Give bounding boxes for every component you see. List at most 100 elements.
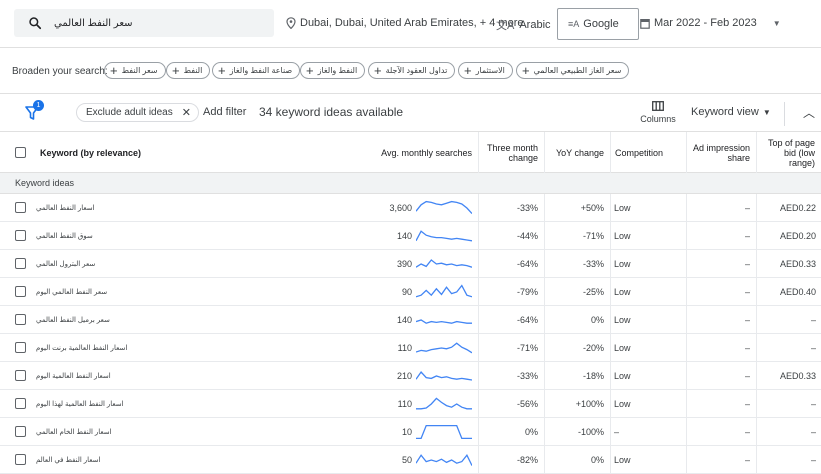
column-divider (610, 194, 611, 222)
avg-searches-cell: 50 (370, 446, 412, 474)
filter-button[interactable]: 1 (25, 100, 45, 120)
three-month-change-cell: -71% (478, 334, 538, 362)
keyword-cell: اسعار النفط في العالم (36, 446, 100, 474)
column-divider (478, 418, 479, 446)
keyword-cell: سعر برميل النفط العالمي (36, 306, 110, 334)
keyword-search-box[interactable]: سعر النفط العالمي (14, 9, 274, 37)
row-checkbox[interactable] (15, 258, 26, 269)
broaden-chip[interactable]: + سعر النفط (104, 62, 166, 79)
top-bid-cell: AED0.33 (756, 362, 816, 390)
network-filter[interactable]: ≡A Google (557, 8, 639, 40)
avg-searches-cell: 140 (370, 306, 412, 334)
competition-cell: Low (614, 334, 684, 362)
broaden-chip[interactable]: + النفط (166, 62, 211, 79)
trend-sparkline (416, 259, 472, 268)
columns-button[interactable]: Columns (640, 101, 676, 124)
yoy-change-cell-value: +100% (575, 399, 604, 409)
broaden-chip[interactable]: + الاستثمار (458, 62, 513, 79)
column-divider (686, 390, 687, 418)
ad-impression-cell: – (686, 306, 750, 334)
table-row[interactable]: اسعار النفط العالمية اليوم 210 -33% -18% Low… (0, 362, 821, 390)
table-row[interactable]: سوق النفط العالمي 140 -44% -71% Low – AED0.20 (0, 222, 821, 250)
table-row[interactable]: سعر برميل النفط العالمي 140 -64% 0% Low – – (0, 306, 821, 334)
yoy-change-cell-value: +50% (580, 203, 604, 213)
row-checkbox[interactable] (15, 398, 26, 409)
language-filter[interactable]: 文A Arabic (496, 17, 551, 33)
yoy-change-cell-value: -25% (582, 287, 604, 297)
keyword-text: سعر برميل النفط العالمي (36, 317, 110, 324)
table-row[interactable]: سعر البترول العالمي 390 -64% -33% Low – AED0.3… (0, 250, 821, 278)
row-checkbox[interactable] (15, 370, 26, 381)
broaden-chip[interactable]: + النفط والغاز (300, 62, 366, 79)
column-divider (756, 446, 757, 474)
add-filter-button[interactable]: Add filter (203, 106, 246, 118)
row-checkbox[interactable] (15, 342, 26, 353)
table-row[interactable]: اسعار النفط العالمي 3,600 -33% +50% Low – AED0… (0, 194, 821, 222)
date-range-filter[interactable]: Mar 2022 - Feb 2023 ▼ (640, 17, 781, 29)
group-header-keyword-ideas: Keyword ideas (0, 173, 821, 194)
column-divider (756, 222, 757, 250)
competition-cell-value: – (614, 427, 620, 437)
chevron-down-icon[interactable]: ▼ (773, 19, 781, 28)
avg-searches-cell-value: 3,600 (389, 203, 412, 213)
top-bid-cell: AED0.40 (756, 278, 816, 306)
row-checkbox[interactable] (15, 286, 26, 297)
column-divider (686, 446, 687, 474)
header-three-month-change[interactable]: Three month change (478, 132, 544, 173)
avg-searches-cell: 90 (370, 278, 412, 306)
three-month-change-cell-value: -33% (516, 371, 538, 381)
search-query: سعر النفط العالمي (54, 17, 133, 29)
three-month-change-cell-value: -44% (516, 231, 538, 241)
header-competition[interactable]: Competition (610, 132, 686, 173)
top-bid-cell: – (756, 334, 816, 362)
table-row[interactable]: سعر النفط العالمي اليوم 90 -79% -25% Low – AED… (0, 278, 821, 306)
broaden-chip[interactable]: + صناعة النفط والغاز (212, 62, 301, 79)
ad-impression-cell-value: – (744, 259, 750, 269)
table-row[interactable]: اسعار النفط العالمية برنت اليوم 110 -71% -2… (0, 334, 821, 362)
header-top-page-bid[interactable]: Top of page bid (low range) (756, 132, 821, 173)
yoy-change-cell: +100% (544, 390, 604, 418)
table-row[interactable]: اسعار النفط الخام العالمي 10 0% -100% – – – (0, 418, 821, 446)
row-checkbox[interactable] (15, 202, 26, 213)
chevron-up-icon[interactable]: ︿ (803, 104, 815, 121)
row-checkbox[interactable] (15, 454, 26, 465)
location-filter[interactable]: Dubai, Dubai, United Arab Emirates, + 4 … (286, 17, 523, 29)
row-checkbox[interactable] (15, 426, 26, 437)
trend-line (416, 453, 472, 466)
three-month-change-cell: -56% (478, 390, 538, 418)
competition-cell-value: Low (614, 287, 631, 297)
plus-icon: + (218, 63, 226, 78)
column-divider (610, 446, 611, 474)
header-ad-impression-share[interactable]: Ad impression share (686, 132, 756, 173)
trend-sparkline (416, 230, 472, 242)
exclude-adult-chip[interactable]: Exclude adult ideas ✕ (76, 103, 199, 122)
top-bid-cell-value: – (810, 427, 816, 437)
header-yoy-change[interactable]: YoY change (544, 132, 610, 173)
header-keyword[interactable]: Keyword (by relevance) (32, 132, 332, 173)
broaden-chip[interactable]: + سعر الغاز الطبيعي العالمي (516, 62, 630, 79)
column-divider (756, 278, 757, 306)
three-month-change-cell-value: -33% (516, 203, 538, 213)
trend-line (416, 200, 472, 215)
row-checkbox[interactable] (15, 230, 26, 241)
select-all-checkbox[interactable] (15, 147, 26, 158)
table-row[interactable]: اسعار النفط العالمية لهذا اليوم 110 -56% +1… (0, 390, 821, 418)
header-avg-searches[interactable]: Avg. monthly searches (370, 132, 478, 173)
row-checkbox[interactable] (15, 314, 26, 325)
column-divider (544, 306, 545, 334)
column-divider (756, 418, 757, 446)
plus-icon: + (172, 63, 180, 78)
trend-line (416, 424, 472, 440)
ad-impression-cell-value: – (744, 231, 750, 241)
broaden-chip[interactable]: + تداول العقود الآجلة (368, 62, 456, 79)
ad-impression-cell-value: – (744, 315, 750, 325)
column-divider (544, 278, 545, 306)
keyword-cell: اسعار النفط العالمي (36, 194, 95, 222)
column-divider (478, 306, 479, 334)
chevron-down-icon: ▼ (762, 108, 771, 117)
close-icon[interactable]: ✕ (182, 106, 191, 119)
table-row[interactable]: اسعار النفط في العالم 50 -82% 0% Low – – (0, 446, 821, 474)
three-month-change-cell: -64% (478, 250, 538, 278)
keyword-view-dropdown[interactable]: Keyword view ▼ (691, 106, 771, 118)
ad-impression-cell-value: – (744, 287, 750, 297)
